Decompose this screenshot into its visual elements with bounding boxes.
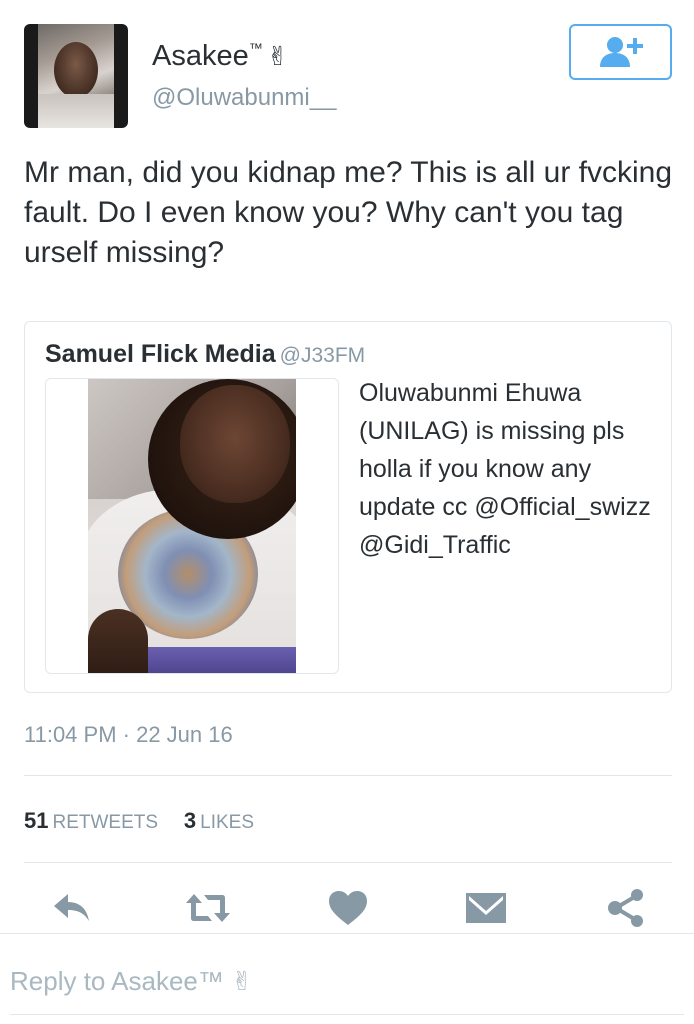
retweets-label: RETWEETS — [52, 812, 159, 833]
divider — [24, 775, 672, 776]
author-handle[interactable]: @Oluwabunmi__ — [152, 84, 336, 112]
tweet-stats: 51 RETWEETS 3 LIKES — [24, 808, 274, 834]
quoted-media-thumbnail[interactable] — [45, 378, 339, 674]
retweets-stat[interactable]: 51 RETWEETS — [24, 808, 184, 833]
author-avatar[interactable] — [24, 24, 128, 128]
like-button[interactable] — [324, 884, 372, 932]
quoted-author-name: Samuel Flick Media — [45, 340, 276, 368]
reply-icon — [54, 894, 89, 921]
quoted-photo — [88, 379, 296, 673]
tweet-header: Asakee™ ✌ @Oluwabunmi__ — [0, 0, 694, 140]
share-icon — [608, 889, 643, 927]
reply-input-underline — [10, 1014, 684, 1015]
tweet-text: Mr man, did you kidnap me? This is all u… — [24, 156, 673, 269]
likes-label: LIKES — [200, 812, 255, 833]
trademark-symbol: ™ — [248, 40, 263, 56]
direct-message-icon — [466, 893, 506, 923]
tweet-timestamp: 11:04 PM · 22 Jun 16 — [24, 722, 233, 747]
likes-count: 3 — [183, 808, 197, 833]
divider — [24, 862, 672, 863]
quoted-author: Samuel Flick Media @J33FM — [45, 340, 365, 369]
like-icon — [329, 891, 367, 925]
quoted-author-handle: @J33FM — [279, 344, 366, 367]
likes-stat[interactable]: 3 LIKES — [183, 808, 274, 833]
retweet-icon — [186, 894, 230, 922]
photo-arm — [88, 609, 148, 673]
avatar-face — [54, 42, 98, 98]
divider — [0, 933, 694, 934]
avatar-shirt — [38, 94, 114, 128]
direct-message-button[interactable] — [462, 884, 510, 932]
quoted-tweet-text: Oluwabunmi Ehuwa (UNILAG) is missing pls… — [359, 379, 651, 559]
quoted-tweet-card[interactable]: Samuel Flick Media @J33FM Oluwabunmi Ehuw… — [24, 321, 672, 693]
tweet-actions-bar — [0, 880, 694, 936]
author-display-name[interactable]: Asakee™ ✌ — [152, 40, 289, 73]
peace-emoji-icon: ✌ — [266, 41, 289, 71]
photo-face — [180, 385, 290, 503]
share-button[interactable] — [602, 884, 650, 932]
retweets-count: 51 — [24, 808, 49, 833]
author-name-text: Asakee — [152, 40, 249, 72]
reply-placeholder: Reply to Asakee™ ✌ — [10, 966, 253, 996]
reply-button[interactable] — [48, 884, 96, 932]
photo-jeans — [148, 647, 296, 673]
reply-input[interactable]: Reply to Asakee™ ✌ — [0, 944, 694, 1024]
add-user-icon — [599, 37, 643, 67]
retweet-button[interactable] — [184, 884, 232, 932]
follow-button[interactable] — [569, 24, 672, 80]
